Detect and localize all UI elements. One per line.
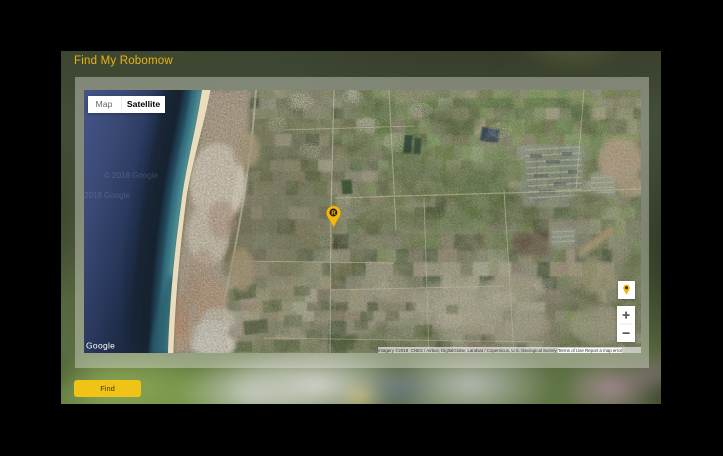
svg-text:© 2018 Google: © 2018 Google: [104, 171, 158, 180]
svg-text:Google: Google: [86, 341, 115, 351]
svg-text:2018 Google: 2018 Google: [84, 191, 130, 200]
svg-text:R: R: [331, 210, 336, 217]
